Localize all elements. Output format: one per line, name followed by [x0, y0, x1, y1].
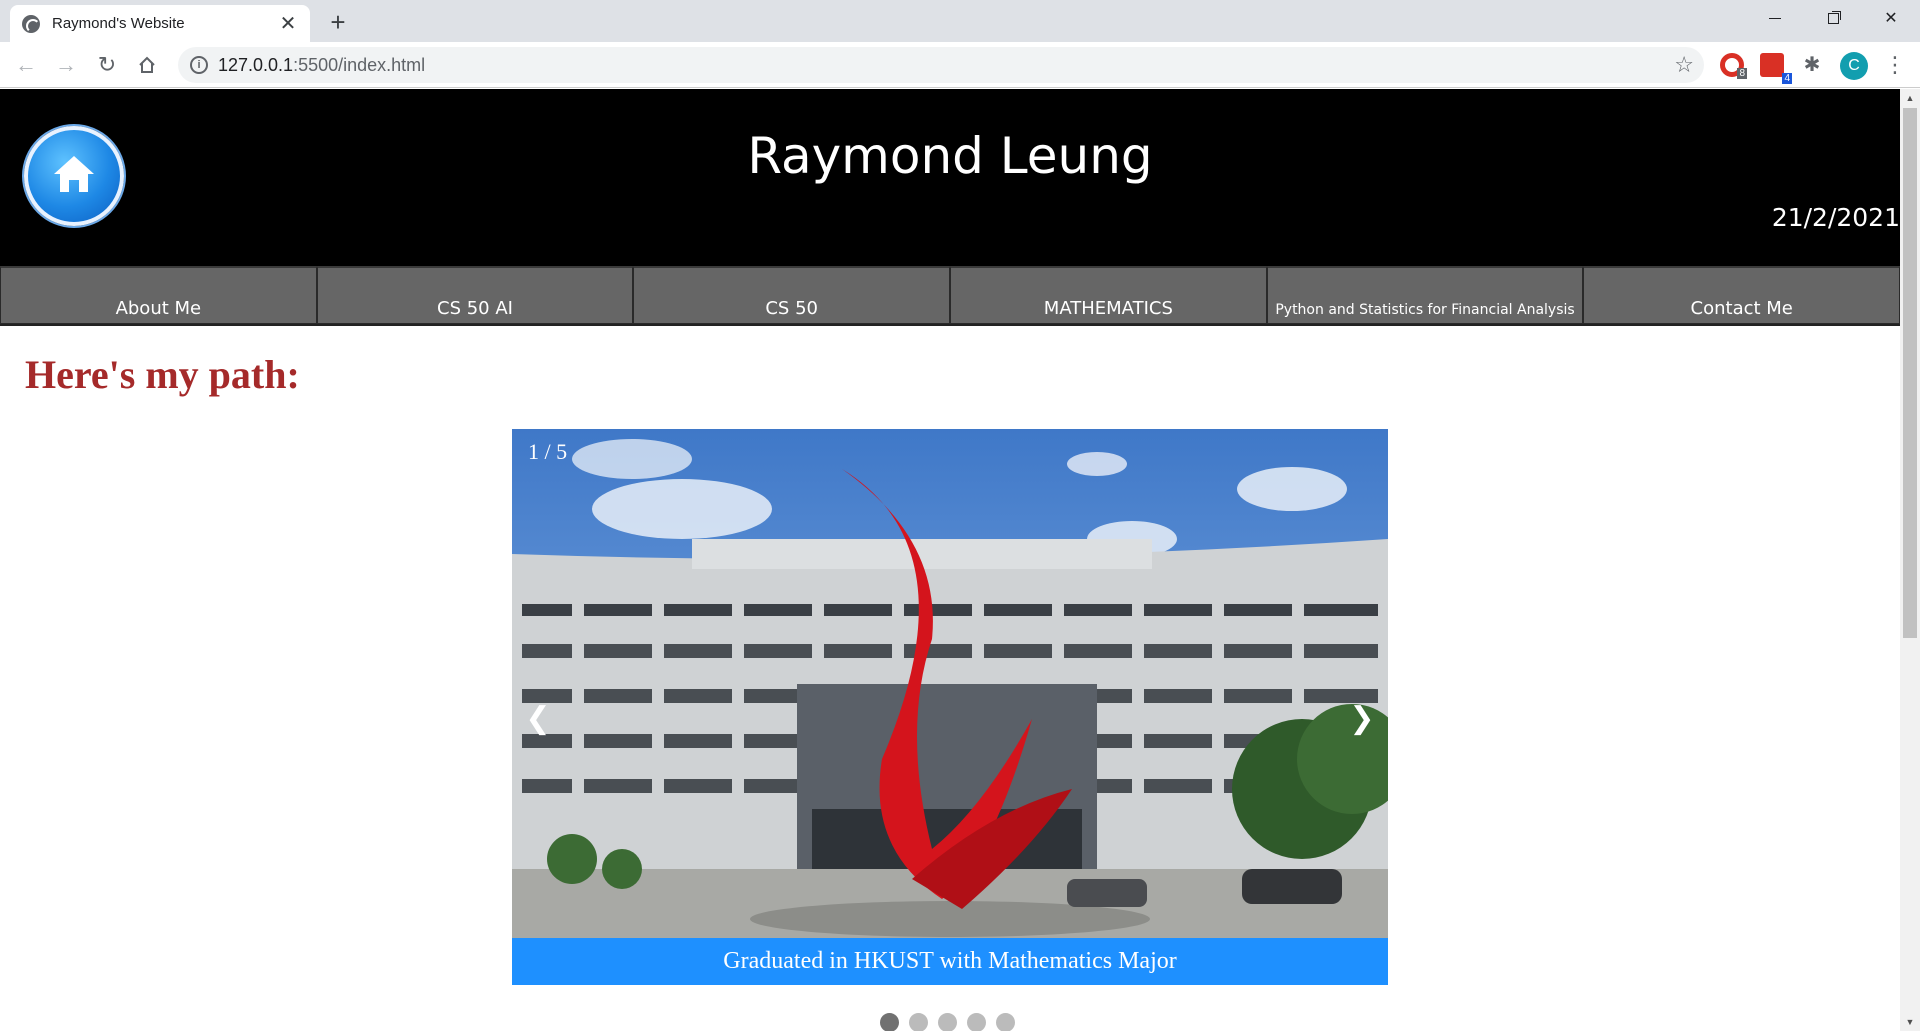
slide-dot-4[interactable]	[967, 1013, 986, 1031]
profile-avatar[interactable]: C	[1840, 52, 1868, 80]
url-text: 127.0.0.1:5500/index.html	[218, 55, 425, 76]
nav-python-statistics[interactable]: Python and Statistics for Financial Anal…	[1266, 266, 1584, 324]
home-icon[interactable]	[133, 51, 161, 79]
extension-stop-icon[interactable]: 8	[1720, 53, 1747, 79]
site-header: Raymond Leung 21/2/2021	[0, 89, 1900, 266]
bookmark-star-icon[interactable]: ☆	[1674, 52, 1694, 78]
next-slide-button[interactable]: ❯	[1342, 699, 1382, 739]
slideshow: 1 / 5 ❮ ❯ Graduated in HKUST with Mathem…	[512, 429, 1388, 985]
address-bar[interactable]: i 127.0.0.1:5500/index.html ☆	[178, 47, 1704, 83]
minimize-icon	[1769, 18, 1781, 20]
new-tab-button[interactable]: +	[324, 9, 352, 37]
campus-photo	[512, 429, 1388, 938]
page-scrollbar[interactable]: ▲ ▼	[1900, 89, 1920, 1031]
nav-contact-me[interactable]: Contact Me	[1583, 266, 1900, 324]
extension-badge: 8	[1737, 68, 1747, 79]
slide-dot-3[interactable]	[938, 1013, 957, 1031]
extensions-puzzle-icon[interactable]: ✱	[1800, 53, 1824, 77]
reload-icon[interactable]: ↻	[93, 51, 121, 79]
tab-title: Raymond's Website	[52, 15, 185, 32]
url-host: 127.0.0.1	[218, 55, 294, 75]
slide-dot-5[interactable]	[996, 1013, 1015, 1031]
slide-dot-1[interactable]	[880, 1013, 899, 1031]
path-heading: Here's my path:	[25, 352, 300, 397]
browser-toolbar: ← → ↻ i 127.0.0.1:5500/index.html ☆ 8 4 …	[0, 42, 1920, 88]
browser-chrome: Raymond's Website ✕ + ✕ ← → ↻ i 127.0.0.…	[0, 0, 1920, 88]
page-viewport: Raymond Leung 21/2/2021 About Me CS 50 A…	[0, 89, 1900, 1031]
browser-menu-icon[interactable]: ⋮	[1884, 51, 1906, 79]
slide-dots	[880, 1013, 1015, 1031]
close-window-button[interactable]: ✕	[1868, 4, 1914, 34]
minimize-window-button[interactable]	[1752, 4, 1798, 34]
globe-icon	[22, 14, 40, 33]
browser-tab[interactable]: Raymond's Website ✕	[10, 5, 310, 42]
site-title: Raymond Leung	[747, 127, 1153, 185]
slide-counter: 1 / 5	[528, 439, 568, 464]
scroll-down-arrow-icon[interactable]: ▼	[1900, 1013, 1920, 1031]
scroll-up-arrow-icon[interactable]: ▲	[1900, 89, 1920, 107]
scrollbar-thumb[interactable]	[1903, 108, 1917, 638]
main-nav: About Me CS 50 AI CS 50 MATHEMATICS Pyth…	[0, 266, 1900, 326]
site-info-icon[interactable]: i	[190, 56, 208, 74]
url-path: :5500/index.html	[293, 55, 426, 75]
slide-image	[512, 429, 1388, 938]
nav-cs50[interactable]: CS 50	[633, 266, 951, 324]
tab-strip: Raymond's Website ✕ + ✕	[0, 0, 1920, 42]
nav-mathematics[interactable]: MATHEMATICS	[950, 266, 1267, 324]
nav-cs50-ai[interactable]: CS 50 AI	[316, 266, 634, 324]
extension-notes-icon[interactable]: 4	[1760, 53, 1792, 84]
forward-arrow-icon[interactable]: →	[52, 51, 80, 79]
restore-window-button[interactable]	[1810, 4, 1856, 34]
slide-caption: Graduated in HKUST with Mathematics Majo…	[512, 938, 1388, 985]
nav-about-me[interactable]: About Me	[0, 266, 317, 324]
restore-icon	[1827, 13, 1839, 25]
close-tab-icon[interactable]: ✕	[278, 14, 298, 34]
current-date: 21/2/2021	[1771, 203, 1900, 232]
extension-badge: 4	[1782, 73, 1792, 84]
slide-dot-2[interactable]	[909, 1013, 928, 1031]
previous-slide-button[interactable]: ❮	[518, 699, 558, 739]
back-arrow-icon[interactable]: ←	[12, 51, 40, 79]
